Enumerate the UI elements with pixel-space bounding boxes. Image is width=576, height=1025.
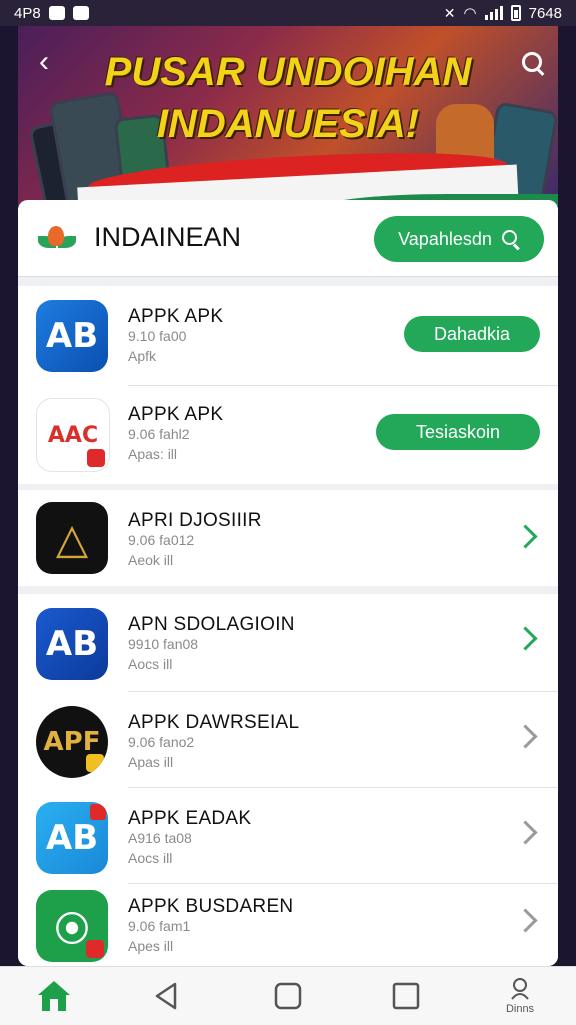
app-icon: APF bbox=[36, 706, 108, 778]
app-name: APN SDOLAGIOIN bbox=[128, 614, 295, 635]
photo-icon bbox=[72, 6, 89, 20]
badge-icon bbox=[90, 804, 106, 820]
app-category: Apfk bbox=[128, 348, 157, 364]
search-icon[interactable] bbox=[520, 50, 546, 76]
search-pill-button[interactable]: Vapahlesdn bbox=[374, 216, 544, 262]
banner-title-line1: PUSAR UNDOIHAN bbox=[104, 50, 472, 94]
store-card: INDAINEAN Vapahlesdn AB APPK APK 9.10 fa… bbox=[18, 200, 558, 966]
badge-icon bbox=[87, 449, 105, 467]
home-icon[interactable] bbox=[24, 967, 84, 1025]
status-bar: 4P8 ✕ ◠ 7648 bbox=[0, 0, 576, 26]
app-meta: 9.06 fa012 bbox=[128, 532, 195, 548]
app-category: Aocs ill bbox=[128, 656, 173, 672]
app-icon: AB bbox=[36, 802, 108, 874]
list-item[interactable]: AAC APPK APK 9.06 fahl2 Apas: ill Tesias… bbox=[18, 384, 558, 484]
app-category: Apes ill bbox=[128, 938, 174, 954]
app-icon: AAC bbox=[36, 398, 110, 472]
app-list-section-top: AB APPK APK 9.10 fa00 Apfk Dahadkia AAC … bbox=[18, 286, 558, 484]
list-item[interactable]: AB APN SDOLAGIOIN 9910 fan08 Aocs ill bbox=[18, 594, 558, 692]
app-icon: AB bbox=[36, 300, 108, 372]
app-meta: 9.10 fa00 bbox=[128, 328, 187, 344]
app-icon: AB bbox=[36, 608, 108, 680]
chevron-right-icon[interactable] bbox=[513, 626, 538, 651]
banner-title-line2: INDANUESIA! bbox=[156, 102, 420, 146]
bottom-navigation: Dinns bbox=[0, 966, 576, 1025]
store-title: INDAINEAN bbox=[94, 222, 242, 252]
store-header: INDAINEAN Vapahlesdn bbox=[18, 200, 558, 277]
recents-square-icon[interactable] bbox=[376, 967, 436, 1025]
back-triangle-icon[interactable] bbox=[136, 967, 196, 1025]
app-name: APPK DAWRSEIAL bbox=[128, 712, 300, 733]
signal-icon bbox=[484, 6, 503, 20]
list-item[interactable]: △ APRI DJOSIIIR 9.06 fa012 Aeok ill bbox=[18, 490, 558, 586]
list-item[interactable]: AB APPK APK 9.10 fa00 Apfk Dahadkia bbox=[18, 286, 558, 386]
list-item[interactable]: ⦿ APPK BUSDAREN 9.06 fam1 Apes ill bbox=[18, 884, 558, 966]
app-name: APRI DJOSIIIR bbox=[128, 510, 262, 531]
list-item[interactable]: AB APPK EADAK A916 ta08 Aocs ill bbox=[18, 788, 558, 884]
profile-label: Dinns bbox=[505, 1003, 535, 1015]
leaf-logo-icon bbox=[38, 226, 78, 250]
download-button[interactable]: Dahadkia bbox=[404, 316, 540, 352]
search-icon bbox=[501, 230, 520, 251]
app-meta: 9.06 fano2 bbox=[128, 734, 195, 750]
app-category: Apas: ill bbox=[128, 446, 178, 462]
back-arrow-icon[interactable]: ‹ bbox=[30, 47, 58, 77]
app-meta: 9910 fan08 bbox=[128, 636, 199, 652]
app-category: Apas ill bbox=[128, 754, 174, 770]
chevron-right-icon[interactable] bbox=[513, 908, 538, 933]
install-button[interactable]: Tesiaskoin bbox=[376, 414, 540, 450]
badge-icon bbox=[86, 940, 104, 958]
hero-banner[interactable]: PUSAR UNDOIHAN INDANUESIA! bbox=[18, 26, 558, 206]
wifi-icon: ◠ bbox=[463, 5, 477, 22]
battery-icon bbox=[510, 5, 521, 21]
list-item[interactable]: APF APPK DAWRSEIAL 9.06 fano2 Apas ill bbox=[18, 692, 558, 788]
profile-icon[interactable]: Dinns bbox=[490, 967, 550, 1025]
chevron-right-icon[interactable] bbox=[513, 820, 538, 845]
app-name: APPK APK bbox=[128, 404, 224, 425]
app-category: Aocs ill bbox=[128, 850, 173, 866]
square-icon[interactable] bbox=[258, 967, 318, 1025]
app-meta: 9.06 fam1 bbox=[128, 918, 191, 934]
search-pill-label: Vapahlesdn bbox=[398, 228, 492, 249]
app-list-section-bottom: AB APN SDOLAGIOIN 9910 fan08 Aocs ill AP… bbox=[18, 594, 558, 966]
status-time-left: 4P8 bbox=[14, 4, 41, 22]
app-list-section-middle: △ APRI DJOSIIIR 9.06 fa012 Aeok ill bbox=[18, 490, 558, 586]
app-meta: 9.06 fahl2 bbox=[128, 426, 190, 442]
chevron-right-icon[interactable] bbox=[513, 524, 538, 549]
app-icon: ⦿ bbox=[36, 890, 108, 962]
app-name: APPK BUSDAREN bbox=[128, 896, 294, 917]
app-name: APPK APK bbox=[128, 306, 224, 327]
chevron-right-icon[interactable] bbox=[513, 724, 538, 749]
badge-icon bbox=[86, 754, 104, 772]
app-icon: △ bbox=[36, 502, 108, 574]
mute-icon: ✕ bbox=[443, 4, 456, 21]
app-category: Aeok ill bbox=[128, 552, 174, 568]
app-name: APPK EADAK bbox=[128, 808, 252, 829]
status-time-right: 7648 bbox=[528, 4, 562, 22]
app-meta: A916 ta08 bbox=[128, 830, 192, 846]
notification-icon bbox=[48, 6, 65, 20]
